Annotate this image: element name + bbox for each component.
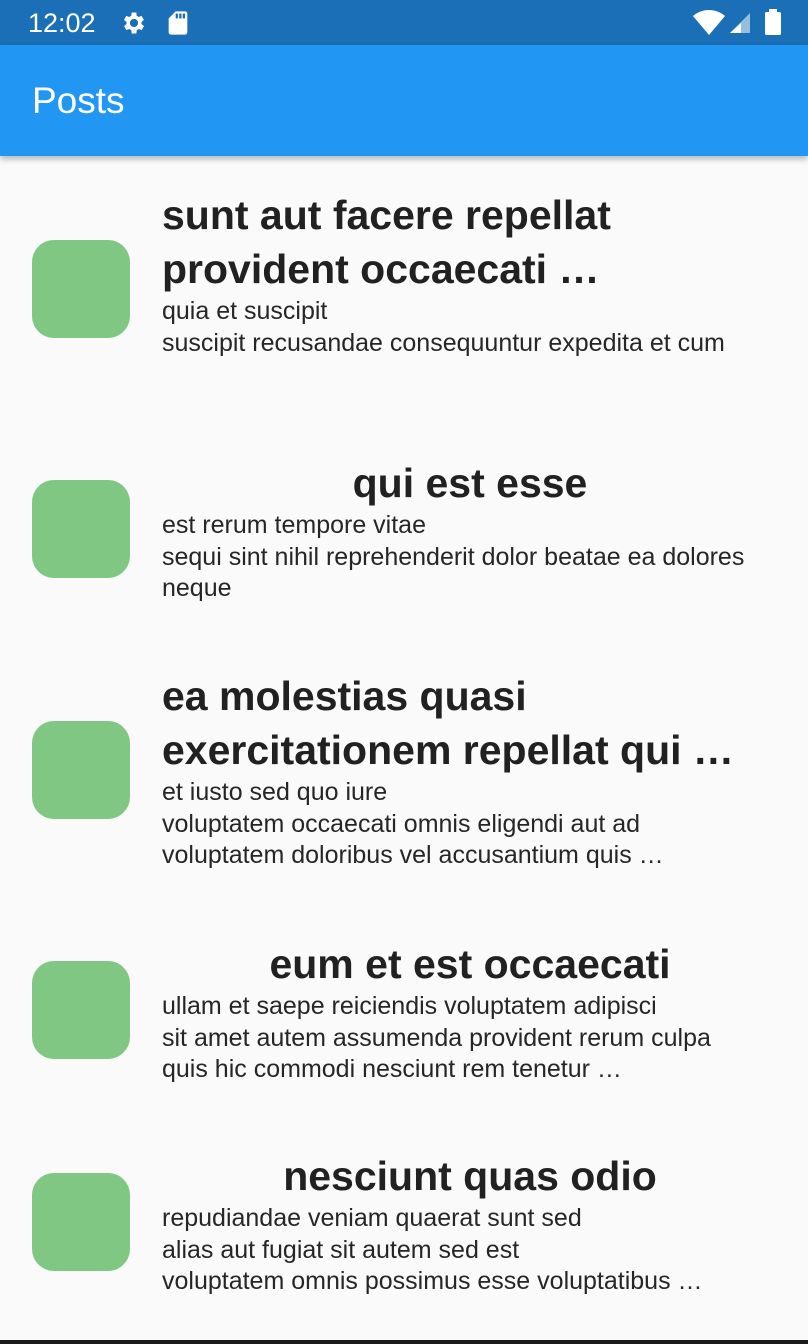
post-text: eum et est occaecati ullam et saepe reic… [162,937,778,1086]
post-title: sunt aut facere repellat provident occae… [162,192,611,292]
battery-icon [764,9,782,37]
sd-card-icon [164,9,192,37]
post-text: nesciunt quas odio repudiandae veniam qu… [162,1149,778,1298]
post-body: repudiandae veniam quaerat sunt sed alia… [162,1204,703,1295]
post-title: qui est esse [352,460,588,506]
signal-icon [728,9,756,37]
post-title: eum et est occaecati [269,941,671,987]
post-title: nesciunt quas odio [283,1153,657,1199]
app-bar: Posts [0,45,808,156]
post-text: sunt aut facere repellat provident occae… [162,188,778,359]
status-bar: 12:02 [0,0,808,45]
wifi-icon [692,9,726,37]
posts-list[interactable]: sunt aut facere repellat provident occae… [0,156,808,1344]
post-body: ullam et saepe reiciendis voluptatem adi… [162,992,711,1083]
navigation-bar-edge [0,1340,808,1344]
post-body: est rerum tempore vitae sequi sint nihil… [162,511,745,602]
post-text: ea molestias quasi exercitationem repell… [162,669,778,872]
post-text: qui est esse est rerum tempore vitae seq… [162,456,778,605]
gear-icon [120,9,148,37]
avatar [32,480,130,578]
status-time: 12:02 [28,8,96,38]
post-title: ea molestias quasi exercitationem repell… [162,673,734,773]
avatar [32,961,130,1059]
app-title: Posts [32,80,125,121]
avatar [32,240,130,338]
avatar [32,721,130,819]
avatar [32,1173,130,1271]
post-body: et iusto sed quo iure voluptatem occaeca… [162,778,664,869]
post-body: quia et suscipit suscipit recusandae con… [162,297,725,357]
